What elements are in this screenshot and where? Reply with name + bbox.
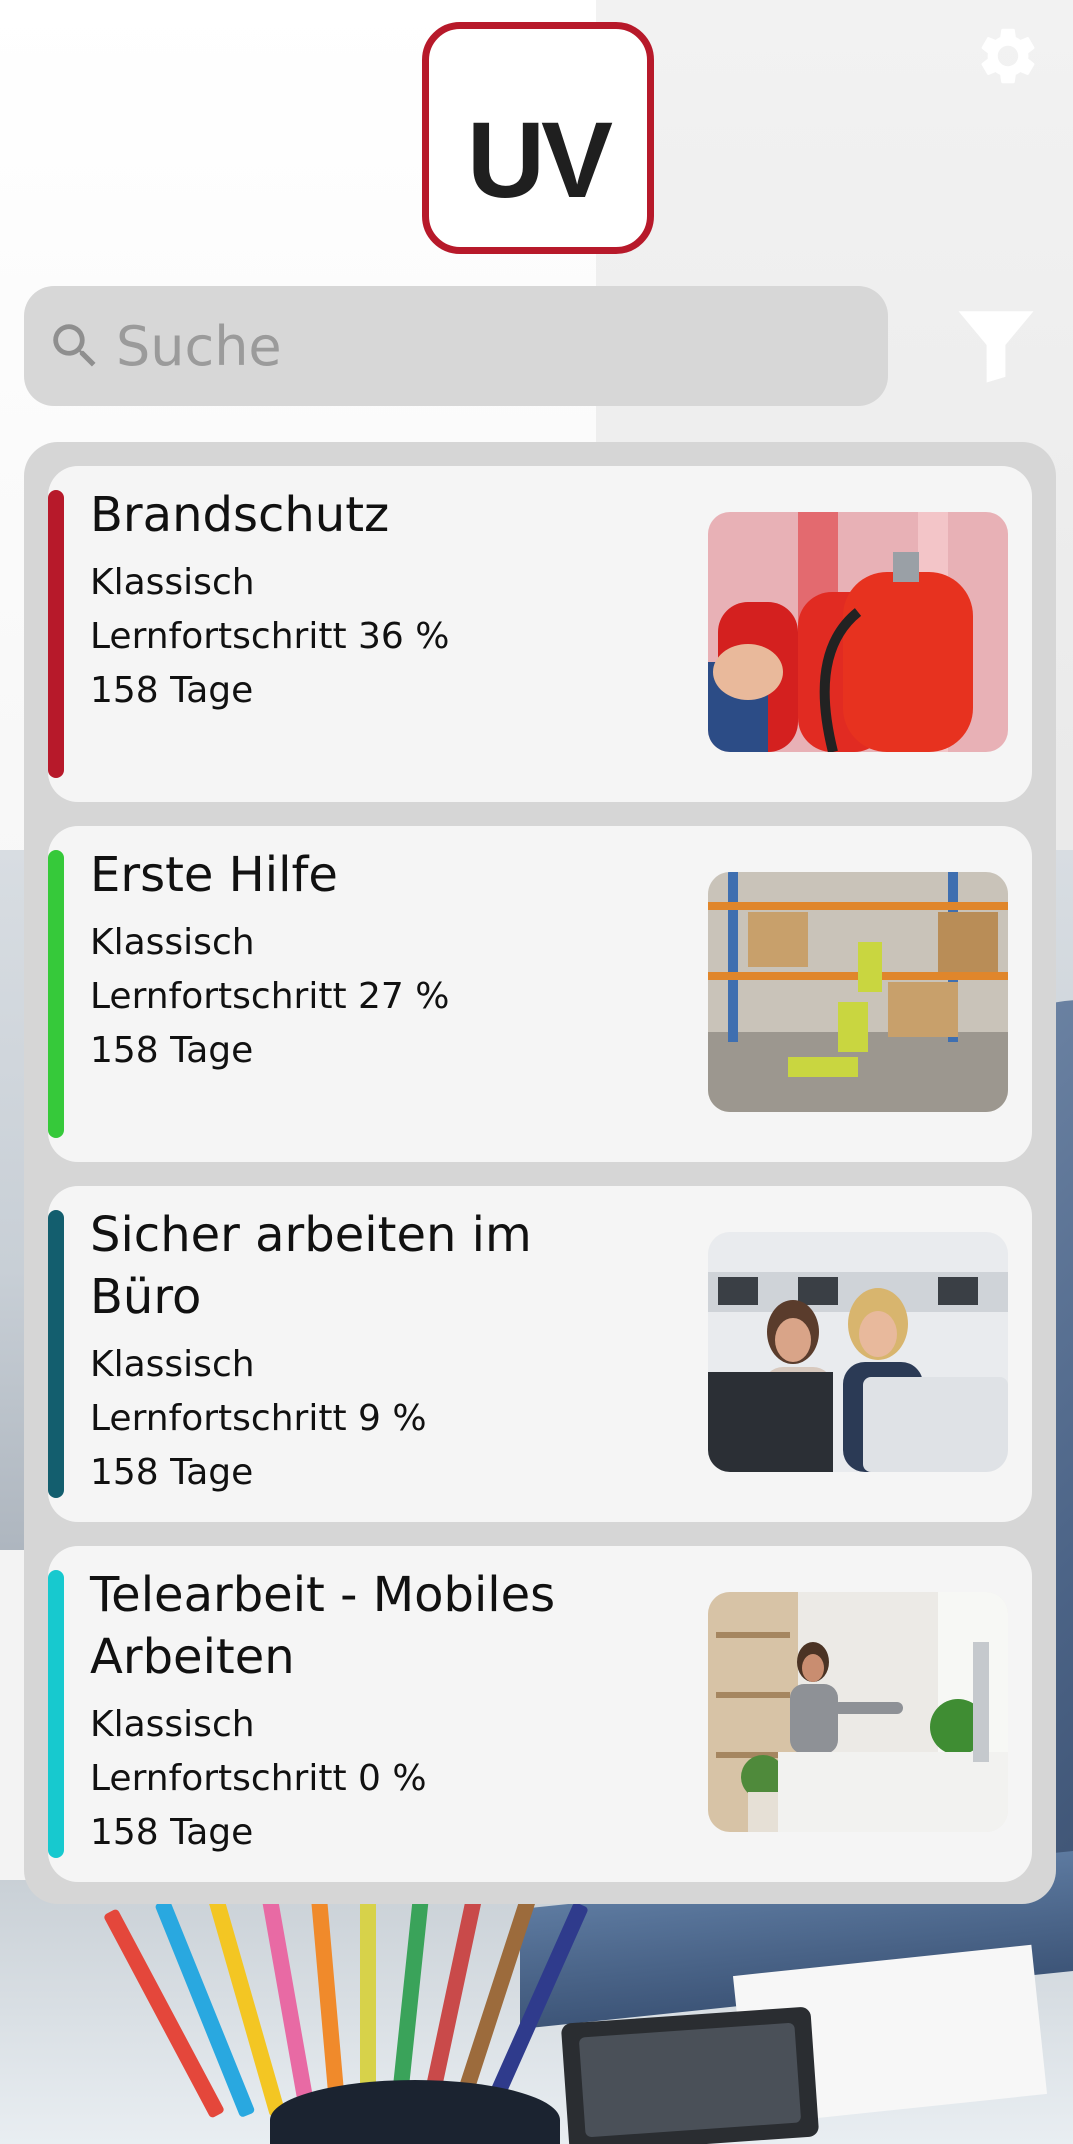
course-type: Klassisch — [90, 922, 255, 963]
course-image-telearbeit — [708, 1592, 1008, 1832]
gear-icon[interactable] — [974, 22, 1042, 90]
search-icon — [53, 324, 96, 367]
course-image-sicher-arbeiten-im-buero — [708, 1232, 1008, 1472]
course-type: Klassisch — [90, 1344, 255, 1385]
course-image-erste-hilfe — [708, 872, 1008, 1112]
app-logo: UV — [422, 22, 654, 254]
course-progress: Lernfortschritt 9 % — [90, 1398, 427, 1439]
course-progress: Lernfortschritt 36 % — [90, 616, 450, 657]
course-card-brandschutz[interactable]: Brandschutz Klassisch Lernfortschritt 36… — [48, 466, 1032, 802]
background-tablet-screen — [578, 2022, 802, 2138]
course-progress: Lernfortschritt 0 % — [90, 1758, 427, 1799]
search-input[interactable] — [116, 314, 856, 378]
course-card-sicher-arbeiten-im-buero[interactable]: Sicher arbeiten im Büro Klassisch Lernfo… — [48, 1186, 1032, 1522]
app-logo-text: UV — [466, 98, 613, 220]
course-list: Brandschutz Klassisch Lernfortschritt 36… — [24, 442, 1056, 1904]
course-title: Sicher arbeiten im Büro — [90, 1207, 532, 1325]
course-accent-bar — [48, 490, 64, 778]
course-image-brandschutz — [708, 512, 1008, 752]
course-days: 158 Tage — [90, 1452, 254, 1493]
search-bar[interactable] — [24, 286, 888, 406]
filter-icon[interactable] — [950, 300, 1042, 390]
course-title: Telearbeit - Mobiles Arbeiten — [90, 1567, 556, 1685]
course-title: Erste Hilfe — [90, 847, 338, 903]
course-days: 158 Tage — [90, 670, 254, 711]
course-days: 158 Tage — [90, 1030, 254, 1071]
course-progress: Lernfortschritt 27 % — [90, 976, 450, 1017]
course-card-erste-hilfe[interactable]: Erste Hilfe Klassisch Lernfortschritt 27… — [48, 826, 1032, 1162]
course-type: Klassisch — [90, 1704, 255, 1745]
course-accent-bar — [48, 850, 64, 1138]
course-accent-bar — [48, 1570, 64, 1858]
course-accent-bar — [48, 1210, 64, 1498]
course-days: 158 Tage — [90, 1812, 254, 1853]
course-type: Klassisch — [90, 562, 255, 603]
course-title: Brandschutz — [90, 487, 390, 543]
course-card-telearbeit[interactable]: Telearbeit - Mobiles Arbeiten Klassisch … — [48, 1546, 1032, 1882]
